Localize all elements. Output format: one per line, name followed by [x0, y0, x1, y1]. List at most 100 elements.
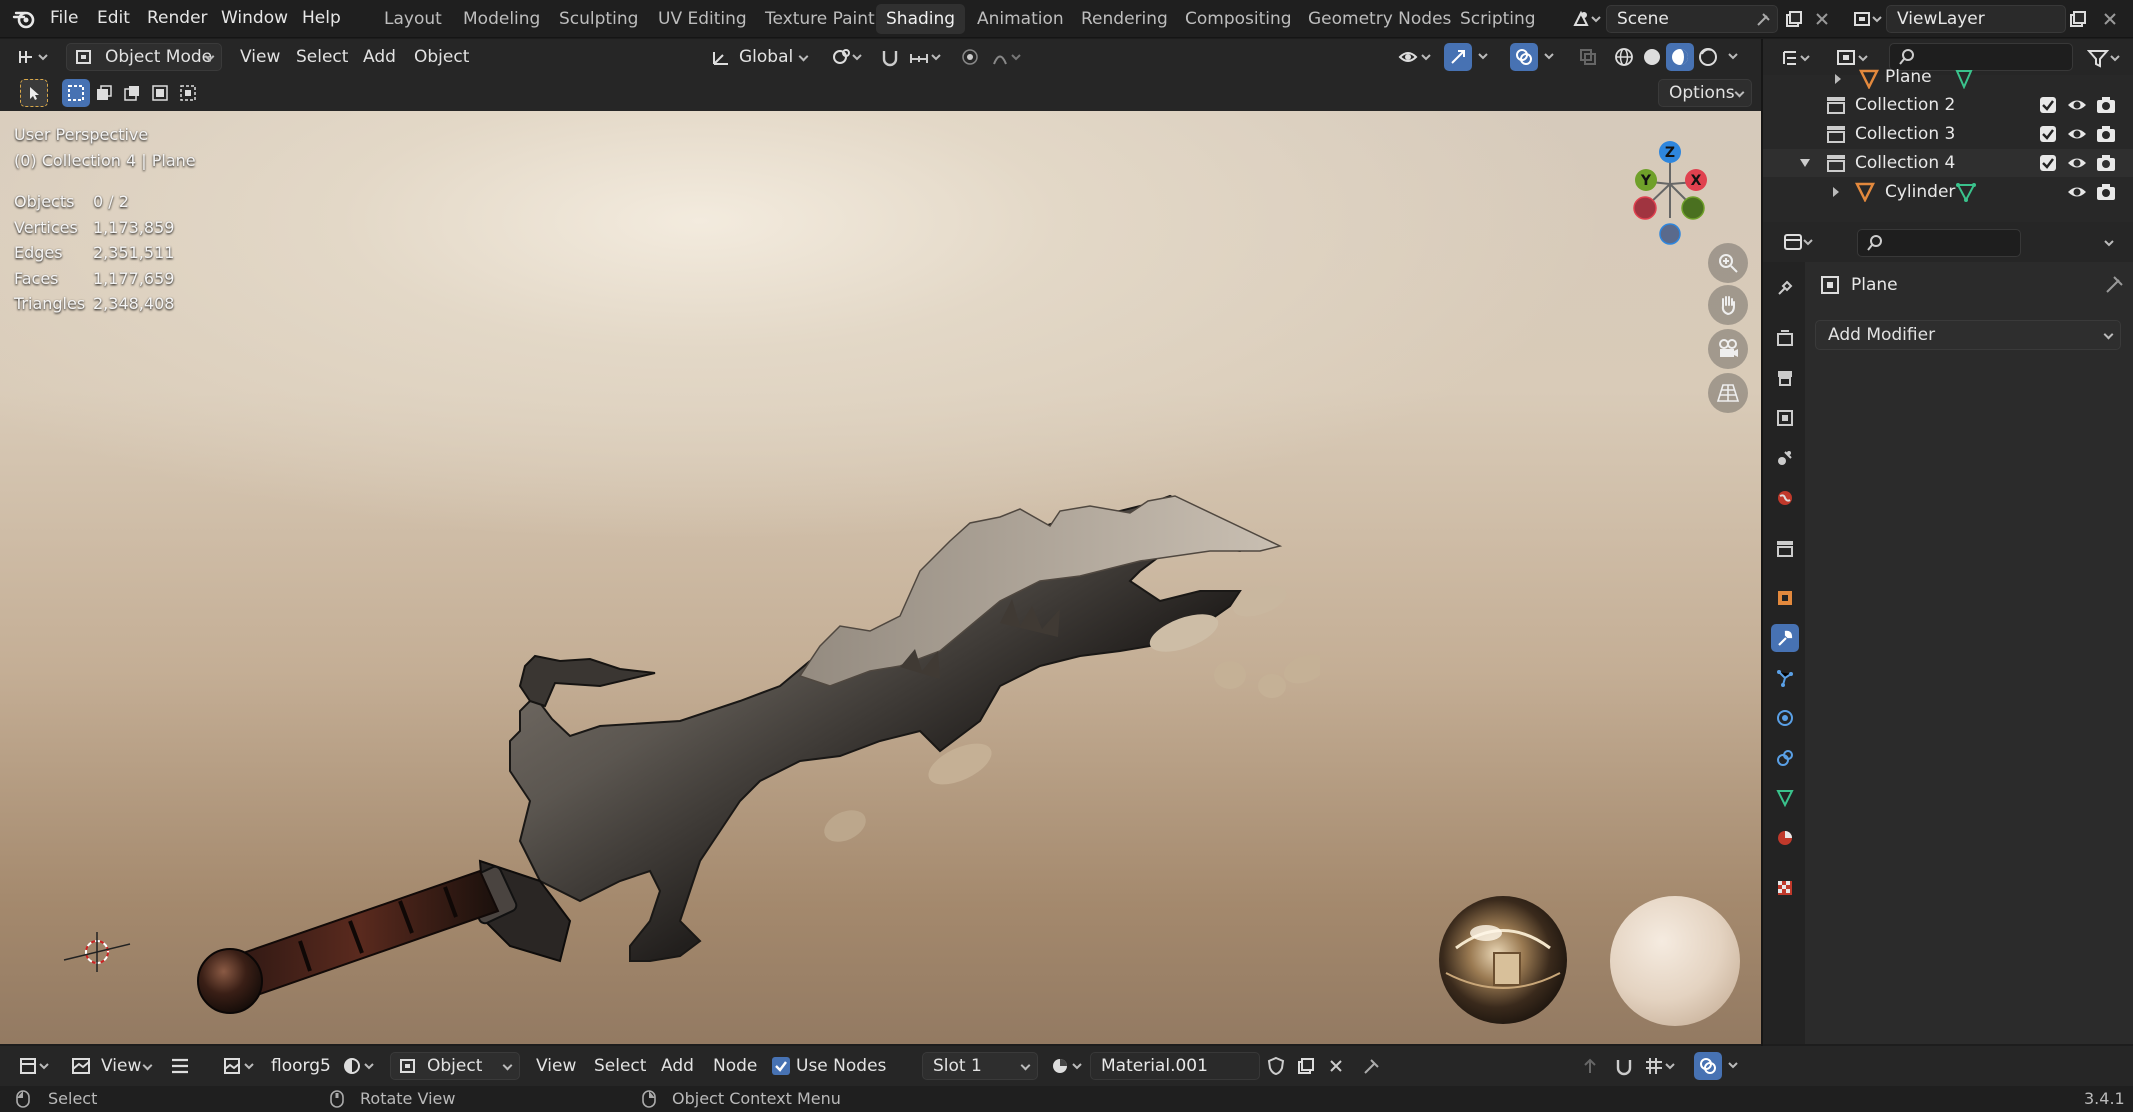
menu-view[interactable]: View — [240, 47, 280, 67]
filter-icon[interactable] — [2083, 44, 2127, 72]
camera-view-icon[interactable] — [1708, 329, 1748, 369]
material-name-field[interactable]: Material.001 — [1090, 1052, 1260, 1080]
tab-tool-icon[interactable] — [1771, 274, 1799, 302]
snap-icon[interactable] — [876, 43, 904, 71]
outliner-row-cylinder[interactable]: Cylinder — [1763, 178, 2133, 206]
zoom-icon[interactable] — [1708, 243, 1748, 283]
pin-icon[interactable] — [1750, 5, 1778, 33]
duplicate-material-icon[interactable] — [1292, 1052, 1320, 1080]
unlink-material-icon[interactable] — [1322, 1052, 1350, 1080]
pin-node-tree-icon[interactable] — [1358, 1052, 1386, 1080]
image-browse-icon[interactable] — [218, 1052, 262, 1080]
select-mode-set-icon[interactable] — [62, 79, 90, 107]
add-modifier-dropdown[interactable]: Add Modifier — [1815, 320, 2121, 350]
node-view-dropdown[interactable]: View — [64, 1052, 160, 1080]
pin-icon[interactable] — [2105, 274, 2125, 294]
hamburger-menu-icon[interactable] — [166, 1052, 194, 1080]
pivot-point-icon[interactable] — [826, 43, 870, 71]
menu-file[interactable]: File — [50, 8, 78, 28]
visibility-eye-icon[interactable] — [2066, 95, 2088, 115]
editor-type-icon[interactable] — [12, 43, 56, 71]
options-dropdown[interactable]: Options — [1658, 79, 1752, 107]
node-menu-add[interactable]: Add — [661, 1056, 694, 1076]
menu-window[interactable]: Window — [221, 8, 288, 28]
tab-uv-editing[interactable]: UV Editing — [648, 4, 757, 34]
tab-compositing[interactable]: Compositing — [1175, 4, 1302, 34]
select-mode-intersect-icon[interactable] — [174, 79, 202, 107]
node-menu-node[interactable]: Node — [713, 1056, 757, 1076]
select-tool-icon[interactable] — [20, 79, 48, 107]
material-browse-icon[interactable] — [1046, 1052, 1090, 1080]
display-mode-icon[interactable] — [1831, 44, 1875, 72]
shader-object-dropdown[interactable]: Object — [390, 1052, 520, 1080]
scene-selector-icon[interactable] — [1566, 5, 1606, 33]
view-layer-icon[interactable] — [1848, 5, 1886, 33]
tab-output-icon[interactable] — [1771, 364, 1799, 392]
outliner-row-collection-4[interactable]: Collection 4 — [1763, 149, 2133, 177]
visibility-eye-icon[interactable] — [2066, 124, 2088, 144]
tab-material-icon[interactable] — [1771, 824, 1799, 852]
render-camera-icon[interactable] — [2095, 95, 2117, 115]
menu-select[interactable]: Select — [296, 47, 348, 67]
overlays-options-icon[interactable] — [1538, 43, 1560, 71]
render-camera-icon[interactable] — [2095, 153, 2117, 173]
outliner-editor-type-icon[interactable] — [1777, 44, 1817, 72]
blender-logo-icon[interactable] — [12, 8, 36, 30]
properties-search-input[interactable] — [1857, 229, 2021, 257]
exclude-checkbox[interactable] — [2040, 97, 2056, 113]
tab-view-layer-icon[interactable] — [1771, 404, 1799, 432]
hdri-diffuse-sphere[interactable] — [1608, 894, 1742, 1028]
menu-object[interactable]: Object — [414, 47, 469, 67]
menu-edit[interactable]: Edit — [97, 8, 130, 28]
node-snap-grid-icon[interactable] — [1640, 1052, 1682, 1080]
tab-collection-icon[interactable] — [1771, 534, 1799, 562]
tab-particles-icon[interactable] — [1771, 664, 1799, 692]
tab-shading[interactable]: Shading — [876, 4, 966, 34]
sword-model[interactable] — [180, 401, 1320, 1044]
tab-scene-icon[interactable] — [1771, 444, 1799, 472]
delete-scene-icon[interactable] — [1808, 5, 1836, 33]
visibility-selectability-icon[interactable] — [1394, 43, 1438, 71]
pan-hand-icon[interactable] — [1708, 285, 1748, 325]
tab-rendering[interactable]: Rendering — [1071, 4, 1178, 34]
menu-add[interactable]: Add — [363, 47, 396, 67]
fake-user-shield-icon[interactable] — [1262, 1052, 1290, 1080]
visibility-eye-icon[interactable] — [2066, 153, 2088, 173]
tab-texture-icon[interactable] — [1771, 874, 1799, 902]
visibility-eye-icon[interactable] — [2066, 182, 2088, 202]
tab-texture-paint[interactable]: Texture Paint — [755, 4, 885, 34]
menu-help[interactable]: Help — [302, 8, 341, 28]
tab-scripting[interactable]: Scripting — [1450, 4, 1546, 34]
transform-orientation-dropdown[interactable]: Global — [704, 43, 816, 71]
navigation-gizmo[interactable]: Z Y X — [1630, 126, 1710, 246]
tab-physics-icon[interactable] — [1771, 704, 1799, 732]
outliner-search-input[interactable] — [1889, 43, 2073, 71]
shading-solid-icon[interactable] — [1638, 43, 1666, 71]
delete-view-layer-icon[interactable] — [2096, 5, 2124, 33]
expand-arrow-icon[interactable] — [1799, 158, 1811, 168]
tab-modeling[interactable]: Modeling — [453, 4, 550, 34]
tab-mesh-data-icon[interactable] — [1771, 784, 1799, 812]
properties-options-icon[interactable] — [2095, 230, 2123, 258]
parent-node-tree-icon[interactable] — [1576, 1052, 1604, 1080]
node-editor-type-icon[interactable] — [14, 1052, 56, 1080]
gizmo-toggle-icon[interactable] — [1444, 43, 1472, 71]
menu-render[interactable]: Render — [147, 8, 208, 28]
overlays-toggle-icon[interactable] — [1510, 43, 1538, 71]
mode-dropdown[interactable]: Object Mode — [66, 43, 222, 71]
hdri-reflection-sphere[interactable] — [1436, 893, 1570, 1027]
outliner-row-plane[interactable]: Plane — [1763, 69, 2133, 89]
proportional-editing-icon[interactable] — [956, 43, 984, 71]
select-mode-invert-icon[interactable] — [146, 79, 174, 107]
use-nodes-checkbox[interactable] — [772, 1057, 790, 1075]
tab-layout[interactable]: Layout — [374, 4, 452, 34]
view-layer-name-field[interactable]: ViewLayer — [1886, 5, 2066, 33]
node-overlays-icon[interactable] — [1694, 1052, 1722, 1080]
falloff-icon[interactable] — [988, 43, 1028, 71]
exclude-checkbox[interactable] — [2040, 155, 2056, 171]
tab-sculpting[interactable]: Sculpting — [549, 4, 648, 34]
shading-options-icon[interactable] — [1722, 43, 1744, 71]
render-camera-icon[interactable] — [2095, 182, 2117, 202]
node-menu-view[interactable]: View — [536, 1056, 576, 1076]
select-mode-extend-icon[interactable] — [90, 79, 118, 107]
